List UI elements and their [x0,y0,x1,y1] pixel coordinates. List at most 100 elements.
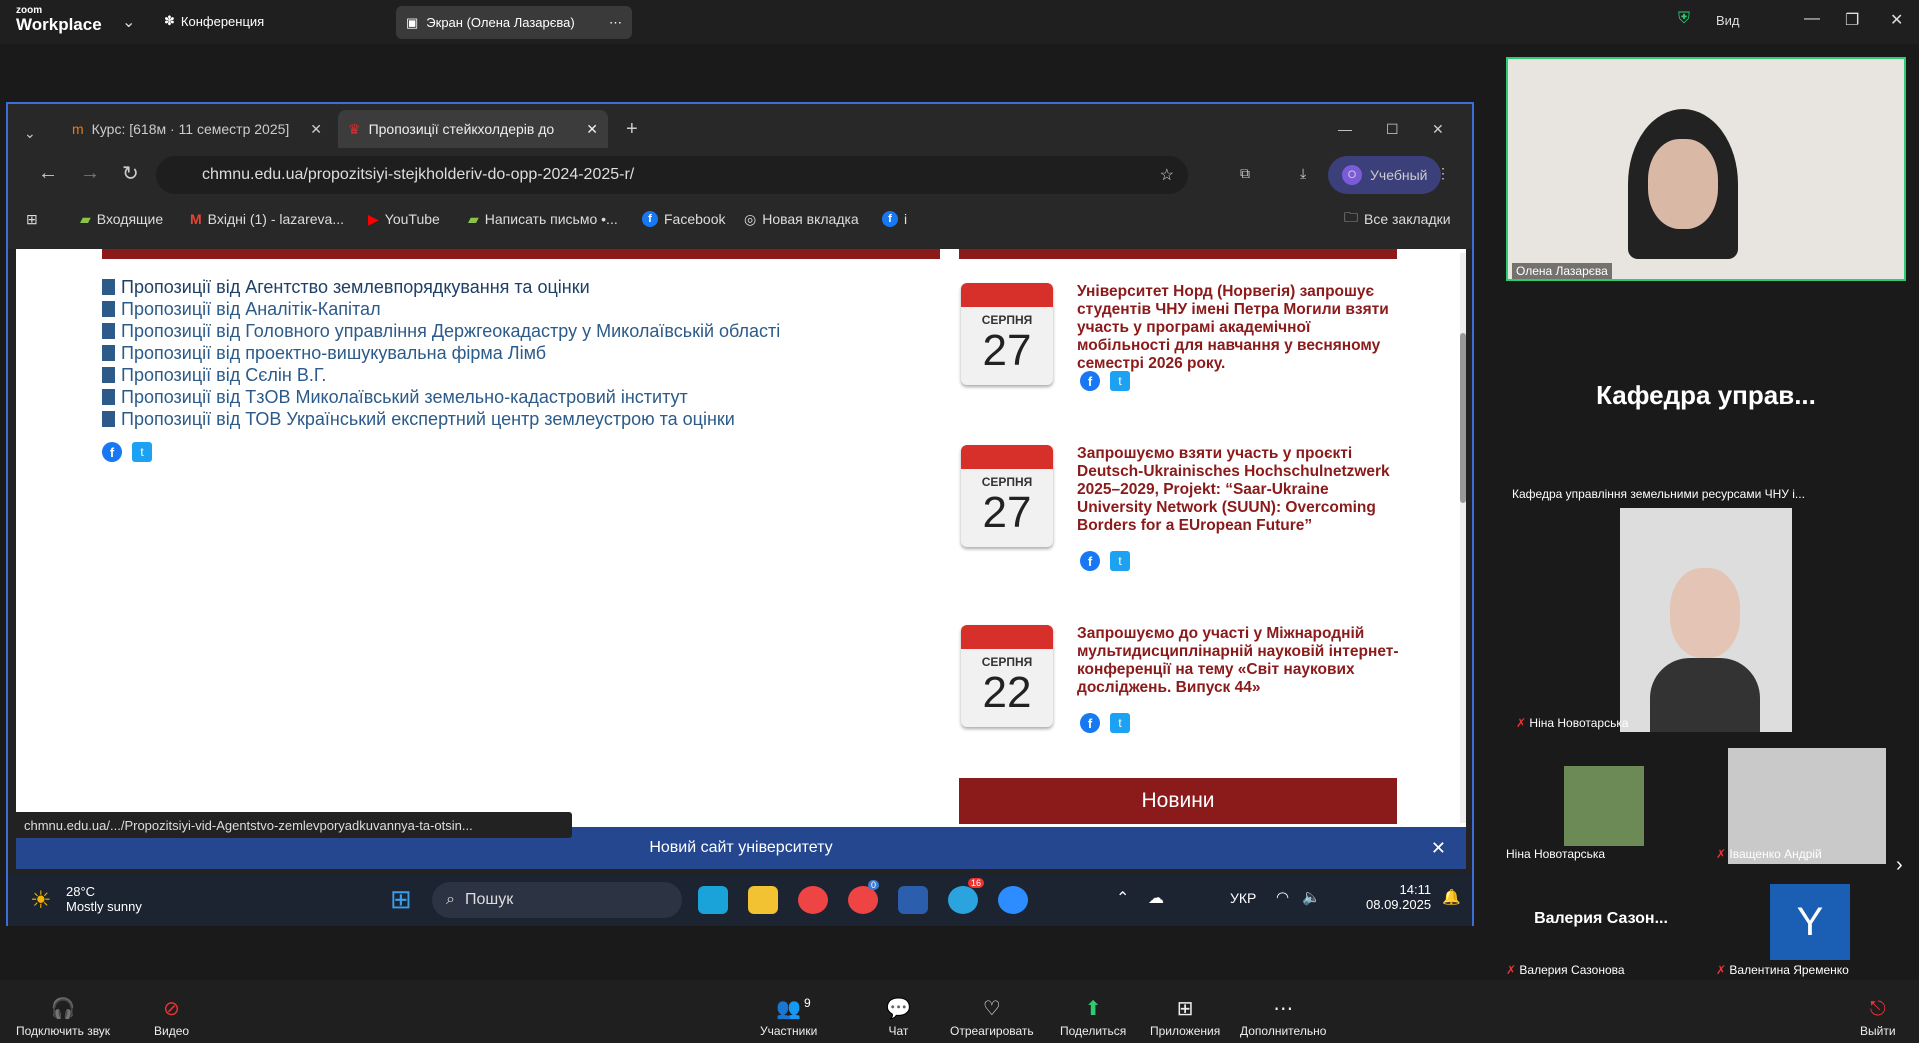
folder-icon[interactable] [748,886,778,914]
forward-icon[interactable]: → [70,154,110,192]
tray-arrow-icon[interactable]: ⌃ [1116,888,1129,908]
apps-icon[interactable]: ⊞ [26,204,38,234]
menu-icon[interactable]: ⋮ [1426,154,1460,192]
back-icon[interactable]: ← [28,154,68,192]
windows-start-icon[interactable]: ⊞ [390,884,412,915]
document-icon [102,279,115,295]
participant-name: Ніна Новотарська [1529,716,1629,730]
twitter-share-icon[interactable]: t [1110,713,1130,733]
globe-icon: ◎ [744,210,757,227]
chevron-down-icon[interactable]: ⌄ [122,12,135,32]
search-icon: ⌕ [446,891,455,908]
bookmark-facebook-2[interactable]: fi [882,204,907,234]
heart-icon: ♡ [982,998,1001,1020]
close-tab-icon[interactable]: ✕ [310,121,322,138]
twitter-share-icon[interactable]: t [1110,371,1130,391]
proposal-link[interactable]: Пропозиції від проектно-вишукувальна фір… [102,342,780,364]
chrome-icon[interactable] [798,886,828,914]
wifi-icon[interactable]: ◠ [1276,888,1289,906]
bookmark-mail[interactable]: ▰ Написать письмо •... [468,204,618,234]
audio-button[interactable]: 🎧 Подключить звук [16,998,110,1038]
telegram-icon[interactable] [948,886,978,914]
profile-button[interactable]: O Учебный [1328,156,1442,194]
event-title[interactable]: Запрошуємо взяти участь у проєкті Deutsc… [1077,445,1399,535]
react-button[interactable]: ♡ Отреагировать [950,998,1034,1038]
zoom-icon[interactable] [998,886,1028,914]
minimize-icon[interactable]: — [1804,10,1820,28]
proposal-link[interactable]: Пропозиції від Агентство землевпорядкува… [102,276,780,298]
weather-icon: ☀ [30,887,52,914]
share-screen-tab[interactable]: ▣ Экран (Олена Лазарєва) ⋯ [396,6,632,39]
bookmark-inbox[interactable]: ▰ Входящие [80,204,163,234]
taskbar-search[interactable]: ⌕ Пошук [432,882,682,918]
new-tab-icon[interactable]: + [616,110,648,148]
view-menu[interactable]: Вид [1716,13,1740,28]
bookmark-facebook[interactable]: f Facebook [642,204,725,234]
proposal-link[interactable]: Пропозиції від Сєлін В.Г. [102,364,780,386]
all-bookmarks[interactable]: 🗀 Все закладки [1344,204,1451,234]
windows-taskbar: ☀ 28°C Mostly sunny ⊞ ⌕ Пошук 0 16 ⌃ ☁ УКР… [8,874,1472,926]
document-icon [102,323,115,339]
event-title[interactable]: Університет Норд (Норвегія) запрошує сту… [1077,283,1399,373]
more-icon[interactable]: ⋯ [609,15,622,31]
event-title[interactable]: Запрошуємо до участі у Міжнародній мульт… [1077,625,1399,697]
speaker-name: Олена Лазарєва [1512,263,1612,279]
close-tab-icon[interactable]: ✕ [586,121,598,138]
bookmark-youtube[interactable]: ▶ YouTube [368,204,440,234]
more-button[interactable]: ⋯ Дополнительно [1240,998,1326,1038]
proposal-link[interactable]: Пропозиції від Головного управління Держ… [102,320,780,342]
chrome-badge: 0 [868,880,880,890]
event-date: СЕРПНЯ 27 [961,445,1053,547]
notifications-icon[interactable]: 🔔 [1442,888,1461,906]
bookmark-gmail[interactable]: M Вхідні (1) - lazareva... [190,204,344,234]
leave-button[interactable]: ⎋ Выйти [1860,998,1896,1038]
scrollbar[interactable] [1460,253,1466,823]
apps-button[interactable]: ⊞ Приложения [1150,998,1220,1038]
proposal-link[interactable]: Пропозиції від Аналітік-Капітал [102,298,780,320]
facebook-share-icon[interactable]: f [1080,551,1100,571]
proposal-link[interactable]: Пропозиції від ТзОВ Миколаївський земель… [102,386,780,408]
muted-mic-icon: ✗ [1716,847,1727,861]
moodle-icon: m [72,121,84,137]
participant-name: Іващенко Андрій [1729,847,1822,861]
restore-icon[interactable]: ❐ [1845,10,1859,30]
news-button[interactable]: Новини [959,778,1397,824]
weather-widget[interactable]: 28°C Mostly sunny [66,884,142,914]
minimize-icon[interactable]: — [1328,110,1362,148]
bookmark-new-tab[interactable]: ◎ Новая вкладка [744,204,859,234]
edge-icon[interactable] [698,886,728,914]
share-button[interactable]: ⬆ Поделиться [1060,998,1126,1038]
cloud-icon[interactable]: ☁ [1148,888,1164,908]
participants-count: 9 [804,996,811,1010]
video-button[interactable]: ⊘ Видео [154,998,189,1038]
proposal-link[interactable]: Пропозиції від ТОВ Український експертни… [102,408,780,430]
language-indicator[interactable]: УКР [1230,890,1256,906]
tab-course[interactable]: m Курс: [618м · 11 семестр 2025] ✕ [62,110,332,148]
star-icon[interactable]: ☆ [1160,165,1174,185]
facebook-share-icon[interactable]: f [102,442,122,462]
tab-proposals[interactable]: ♛ Пропозиції стейкхолдерів до ✕ [338,110,608,148]
clock[interactable]: 14:11 08.09.2025 [1366,882,1431,912]
conference-menu[interactable]: ✽ Конференция [164,13,264,29]
twitter-share-icon[interactable]: t [132,442,152,462]
maximize-icon[interactable]: ☐ [1376,110,1409,148]
close-icon[interactable]: ✕ [1431,838,1446,859]
close-icon[interactable]: ✕ [1422,110,1454,148]
tab-search-icon[interactable]: ⌄ [14,114,44,152]
chat-button[interactable]: 💬 Чат [886,998,911,1038]
twitter-share-icon[interactable]: t [1110,551,1130,571]
word-icon[interactable] [898,886,928,914]
download-icon[interactable]: ⤓ [1290,154,1316,192]
participant-name: Валерия Сазон... [1534,910,1668,927]
address-bar[interactable]: chmnu.edu.ua/propozitsiyi-stejkholderiv-… [156,156,1188,194]
reload-icon[interactable]: ↻ [112,154,149,192]
next-page-icon[interactable]: › [1896,854,1903,877]
zoom-logo: zoom Workplace [16,5,102,34]
volume-icon[interactable]: 🔈 [1302,888,1321,906]
chrome-profile-icon[interactable] [848,886,878,914]
extensions-icon[interactable]: ⧉ [1230,154,1260,192]
facebook-share-icon[interactable]: f [1080,713,1100,733]
red-bar [102,249,940,259]
close-icon[interactable]: ✕ [1890,10,1903,30]
facebook-share-icon[interactable]: f [1080,371,1100,391]
